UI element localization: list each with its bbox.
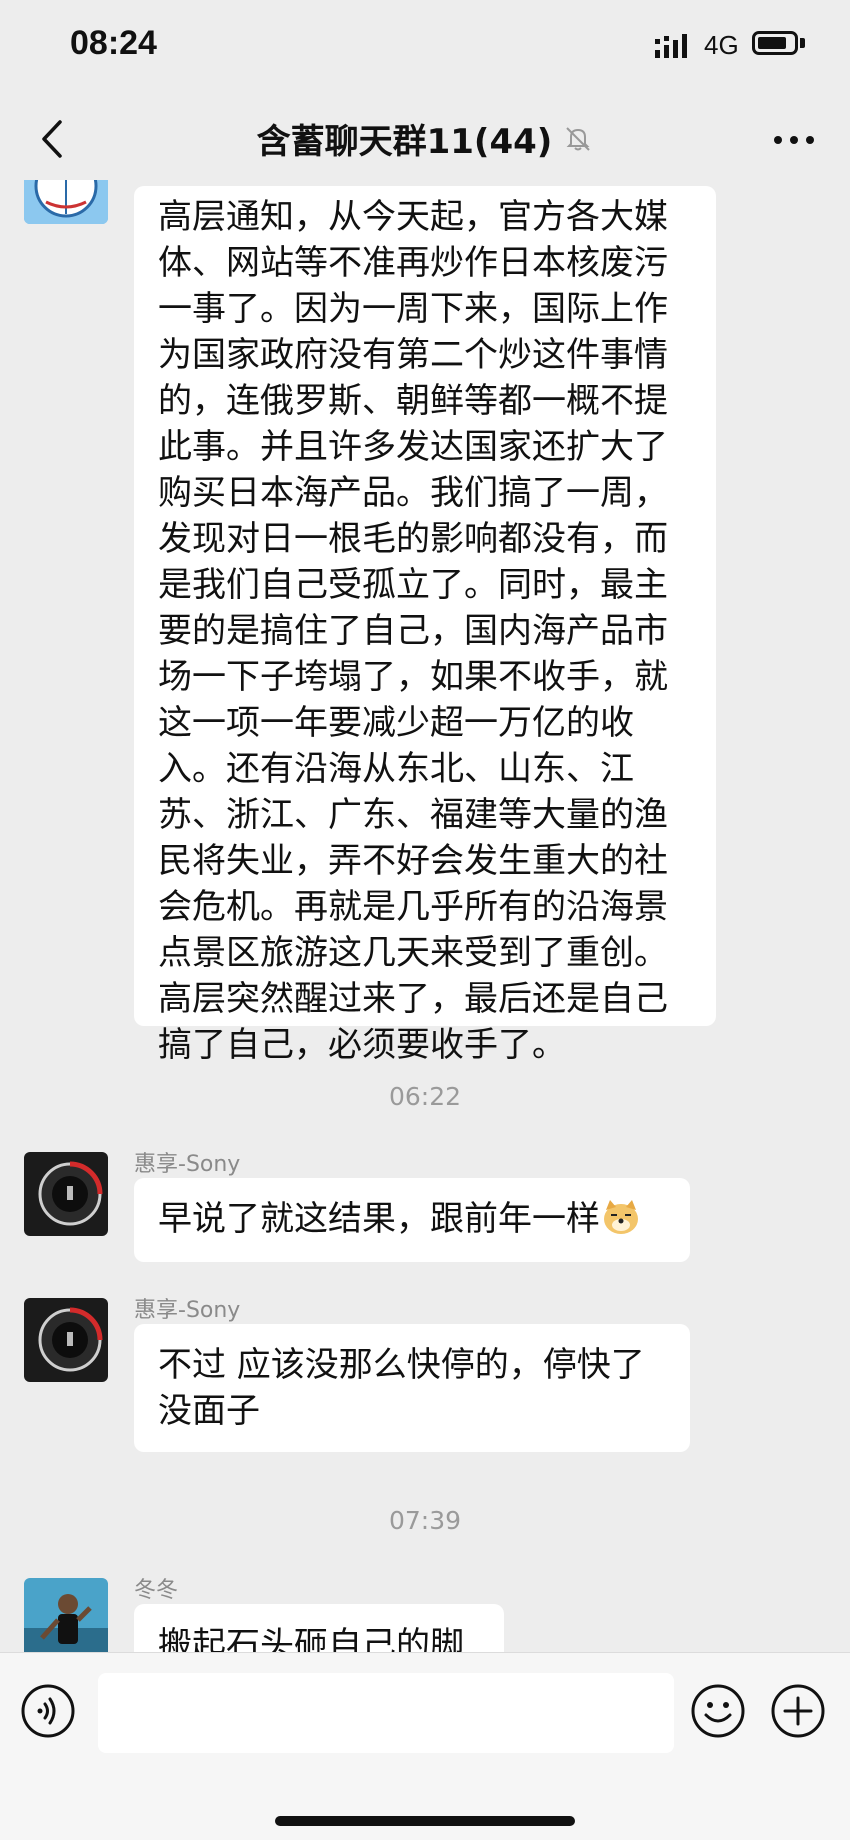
message-line: 要的是搞住了自己，国内海产品市 — [158, 611, 668, 651]
muted-bell-icon — [566, 126, 591, 151]
home-indicator[interactable] — [275, 1816, 575, 1826]
message-line: 场一下子垮塌了，如果不收手，就 — [158, 657, 668, 697]
sender-name: 惠享-Sony — [134, 1298, 241, 1323]
title-wrap: 含蓄聊天群11(44) — [0, 114, 850, 163]
message-bubble[interactable]: 早说了就这结果，跟前年一样 — [134, 1178, 690, 1262]
network-type: 4G — [704, 30, 739, 60]
message-line: 高层通知，从今天起，官方各大媒 — [158, 197, 668, 237]
chat-title: 含蓄聊天群11(44) — [256, 122, 553, 162]
chat-area[interactable]: 高层通知，从今天起，官方各大媒 体、网站等不准再炒作日本核废污 一事了。因为一周… — [0, 180, 850, 1652]
avatar[interactable] — [24, 1578, 108, 1652]
doge-emoji-icon — [604, 1200, 638, 1234]
avatar-image — [24, 1152, 108, 1236]
message-line: 入。还有沿海从东北、山东、江 — [158, 749, 634, 789]
message-line: 高层突然醒过来了，最后还是自己 — [158, 979, 668, 1019]
timestamp: 07:39 — [388, 1506, 462, 1535]
more-icon[interactable] — [772, 134, 816, 146]
message-bubble[interactable]: 搬起石头砸自己的脚 — [134, 1604, 504, 1652]
timestamp: 06:22 — [388, 1082, 462, 1111]
plus-icon[interactable] — [770, 1683, 826, 1739]
message-line: 搞了自己，必须要收手了。 — [158, 1025, 566, 1065]
battery-icon — [752, 31, 798, 55]
message-line: 搬起石头砸自己的脚 — [158, 1625, 464, 1652]
message-line: 一事了。因为一周下来，国际上作 — [158, 289, 668, 329]
emoji-icon[interactable] — [690, 1683, 746, 1739]
message-bubble[interactable]: 高层通知，从今天起，官方各大媒 体、网站等不准再炒作日本核废污 一事了。因为一周… — [134, 186, 716, 1065]
message-bubble[interactable]: 不过 应该没那么快停的，停快了 没面子 — [134, 1324, 690, 1452]
message-line: 会危机。再就是几乎所有的沿海景 — [158, 887, 668, 927]
message-input[interactable] — [98, 1673, 674, 1753]
message-line: 点景区旅游这几天来受到了重创。 — [158, 933, 668, 973]
nav-bar: 含蓄聊天群11(44) — [0, 100, 850, 180]
message-line: 早说了就这结果，跟前年一样 — [158, 1199, 600, 1239]
message-line: 没面子 — [158, 1391, 260, 1431]
message-line: 购买日本海产品。我们搞了一周， — [158, 473, 668, 513]
input-bar — [0, 1652, 850, 1840]
avatar[interactable] — [24, 180, 108, 224]
message-line: 体、网站等不准再炒作日本核废污 — [158, 243, 668, 283]
avatar[interactable] — [24, 1152, 108, 1236]
status-bar: 08:24 4G — [0, 0, 850, 100]
voice-icon[interactable] — [20, 1683, 76, 1739]
sender-name: 冬冬 — [134, 1578, 179, 1603]
sender-name: 惠享-Sony — [134, 1152, 241, 1177]
message-line: 不过 应该没那么快停的，停快了 — [158, 1345, 645, 1385]
signal-icon — [655, 34, 687, 58]
avatar-image — [24, 180, 108, 224]
battery-tip — [800, 38, 805, 48]
message-line: 为国家政府没有第二个炒这件事情 — [158, 335, 668, 375]
avatar-image — [24, 1578, 108, 1652]
message-line: 的，连俄罗斯、朝鲜等都一概不提 — [158, 381, 668, 421]
avatar[interactable] — [24, 1298, 108, 1382]
message-line: 此事。并且许多发达国家还扩大了 — [158, 427, 668, 467]
status-time: 08:24 — [70, 24, 157, 62]
message-line: 这一项一年要减少超一万亿的收 — [158, 703, 634, 743]
avatar-image — [24, 1298, 108, 1382]
message-line: 民将失业，弄不好会发生重大的社 — [158, 841, 668, 881]
message-line: 发现对日一根毛的影响都没有，而 — [158, 519, 668, 559]
message-line: 是我们自己受孤立了。同时，最主 — [158, 565, 668, 605]
message-line: 苏、浙江、广东、福建等大量的渔 — [158, 795, 668, 835]
